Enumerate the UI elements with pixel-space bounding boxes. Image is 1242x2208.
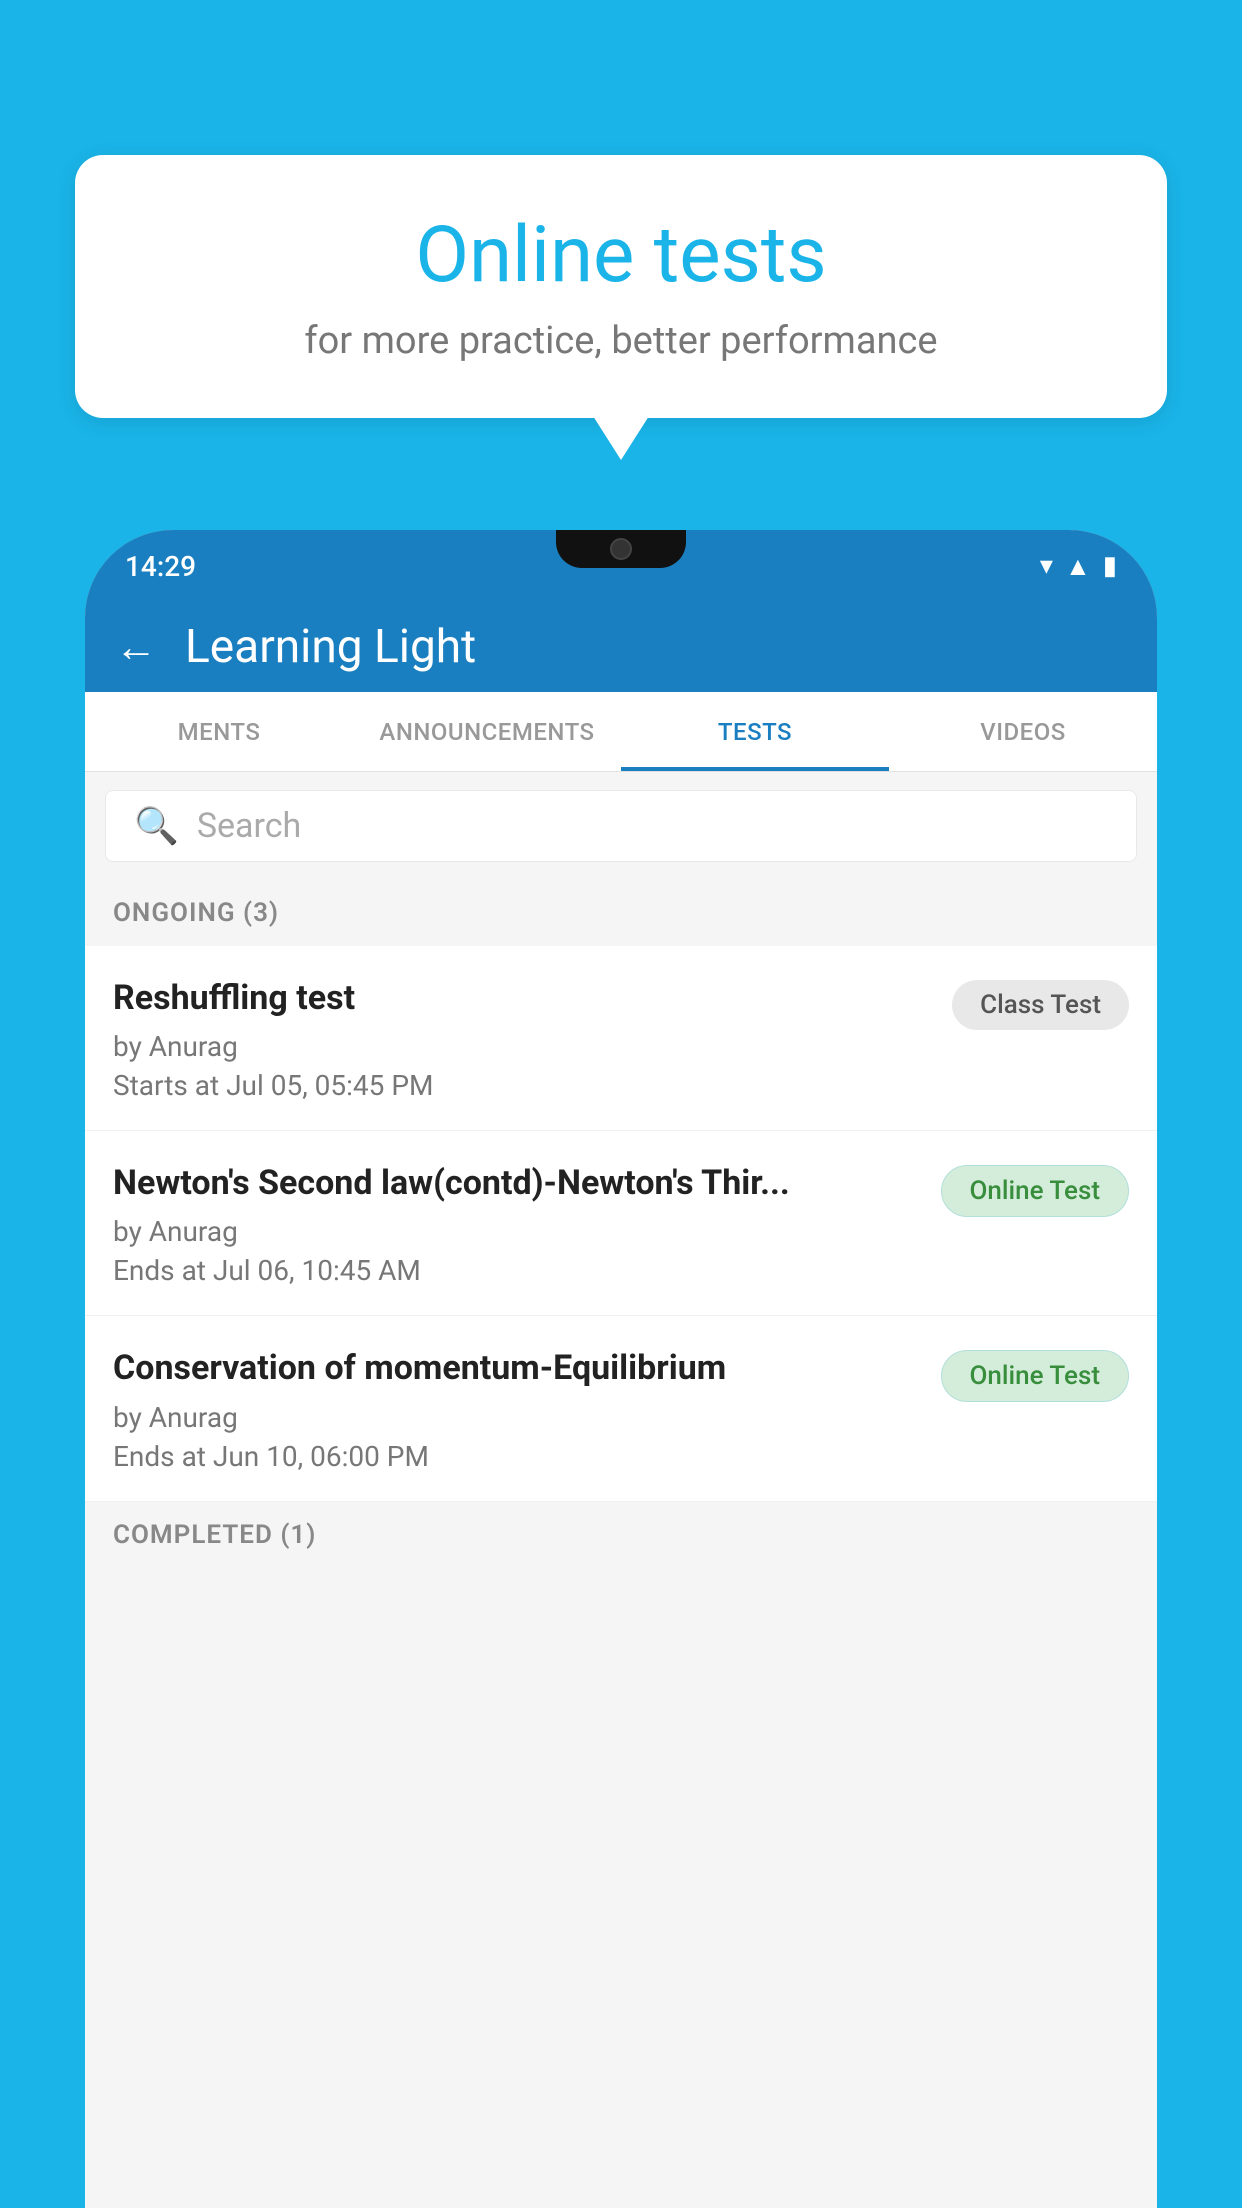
battery-icon: ▮ [1103,551,1117,581]
test-item-3[interactable]: Conservation of momentum-Equilibrium by … [85,1316,1157,1501]
status-bar: 14:29 ▾ ▲ ▮ [85,530,1157,602]
app-title: Learning Light [185,620,476,674]
tabs-bar: MENTS ANNOUNCEMENTS TESTS VIDEOS [85,692,1157,772]
search-bar[interactable]: 🔍 Search [105,790,1137,862]
test-name-2: Newton's Second law(contd)-Newton's Thir… [113,1161,921,1205]
test-info-3: Conservation of momentum-Equilibrium by … [113,1346,921,1472]
signal-icon: ▲ [1065,551,1091,582]
test-by-2: by Anurag [113,1215,921,1248]
ongoing-header: ONGOING (3) [85,880,1157,946]
tab-videos[interactable]: VIDEOS [889,692,1157,771]
test-by-1: by Anurag [113,1030,932,1063]
test-date-3: Ends at Jun 10, 06:00 PM [113,1440,921,1473]
completed-header: COMPLETED (1) [85,1502,1157,1568]
search-container: 🔍 Search [85,772,1157,880]
test-date-2: Ends at Jul 06, 10:45 AM [113,1254,921,1287]
phone-frame: 14:29 ▾ ▲ ▮ ← Learning Light MENTS ANNOU… [85,530,1157,2208]
test-item-2[interactable]: Newton's Second law(contd)-Newton's Thir… [85,1131,1157,1316]
tab-announcements[interactable]: ANNOUNCEMENTS [353,692,621,771]
tab-tests[interactable]: TESTS [621,692,889,771]
test-list: Reshuffling test by Anurag Starts at Jul… [85,946,1157,1502]
front-camera [610,538,632,560]
phone-notch [556,530,686,568]
tab-ments[interactable]: MENTS [85,692,353,771]
back-button[interactable]: ← [115,623,157,672]
test-name-3: Conservation of momentum-Equilibrium [113,1346,921,1390]
test-info-1: Reshuffling test by Anurag Starts at Jul… [113,976,932,1102]
test-item-1[interactable]: Reshuffling test by Anurag Starts at Jul… [85,946,1157,1131]
test-name-1: Reshuffling test [113,976,932,1020]
app-header: ← Learning Light [85,602,1157,692]
test-info-2: Newton's Second law(contd)-Newton's Thir… [113,1161,921,1287]
test-badge-2: Online Test [941,1165,1130,1217]
test-date-1: Starts at Jul 05, 05:45 PM [113,1069,932,1102]
bubble-subtitle: for more practice, better performance [125,319,1117,363]
test-by-3: by Anurag [113,1401,921,1434]
status-time: 14:29 [125,550,196,583]
wifi-icon: ▾ [1040,551,1053,581]
search-placeholder: Search [197,806,301,846]
bubble-title: Online tests [125,210,1117,301]
speech-bubble: Online tests for more practice, better p… [75,155,1167,418]
search-icon: 🔍 [134,805,179,847]
phone-screen: 14:29 ▾ ▲ ▮ ← Learning Light MENTS ANNOU… [85,530,1157,2208]
status-icons: ▾ ▲ ▮ [1040,551,1117,582]
test-badge-1: Class Test [952,980,1129,1030]
test-badge-3: Online Test [941,1350,1130,1402]
